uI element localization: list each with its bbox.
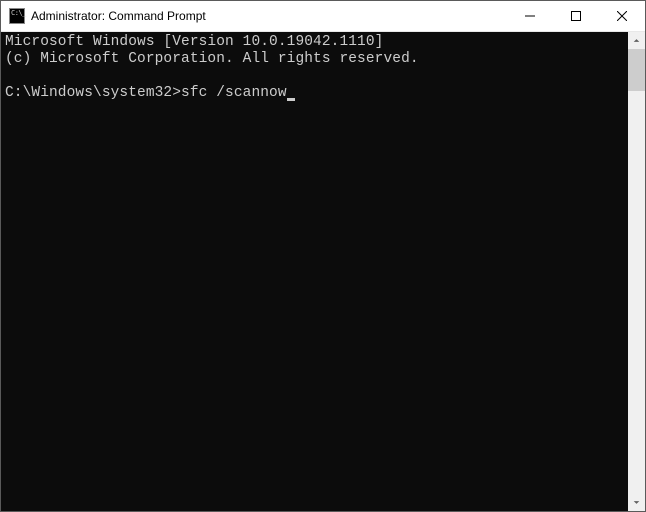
scroll-down-button[interactable]	[628, 494, 645, 511]
command-prompt-window: Administrator: Command Prompt Microsoft …	[0, 0, 646, 512]
text-cursor	[287, 98, 295, 101]
copyright-line: (c) Microsoft Corporation. All rights re…	[5, 51, 419, 67]
scroll-thumb[interactable]	[628, 49, 645, 91]
minimize-button[interactable]	[507, 1, 553, 31]
window-title: Administrator: Command Prompt	[31, 9, 507, 23]
version-line: Microsoft Windows [Version 10.0.19042.11…	[5, 34, 383, 50]
vertical-scrollbar[interactable]	[628, 32, 645, 511]
client-area: Microsoft Windows [Version 10.0.19042.11…	[1, 32, 645, 511]
scroll-up-button[interactable]	[628, 32, 645, 49]
cmd-icon	[9, 8, 25, 24]
window-controls	[507, 1, 645, 31]
close-icon	[617, 11, 627, 21]
chevron-down-icon	[633, 499, 640, 506]
chevron-up-icon	[633, 37, 640, 44]
titlebar[interactable]: Administrator: Command Prompt	[1, 1, 645, 32]
close-button[interactable]	[599, 1, 645, 31]
prompt-text: C:\Windows\system32>	[5, 85, 181, 101]
terminal-output[interactable]: Microsoft Windows [Version 10.0.19042.11…	[1, 32, 628, 511]
maximize-icon	[571, 11, 581, 21]
command-input[interactable]: sfc /scannow	[181, 85, 287, 101]
maximize-button[interactable]	[553, 1, 599, 31]
minimize-icon	[525, 11, 535, 21]
